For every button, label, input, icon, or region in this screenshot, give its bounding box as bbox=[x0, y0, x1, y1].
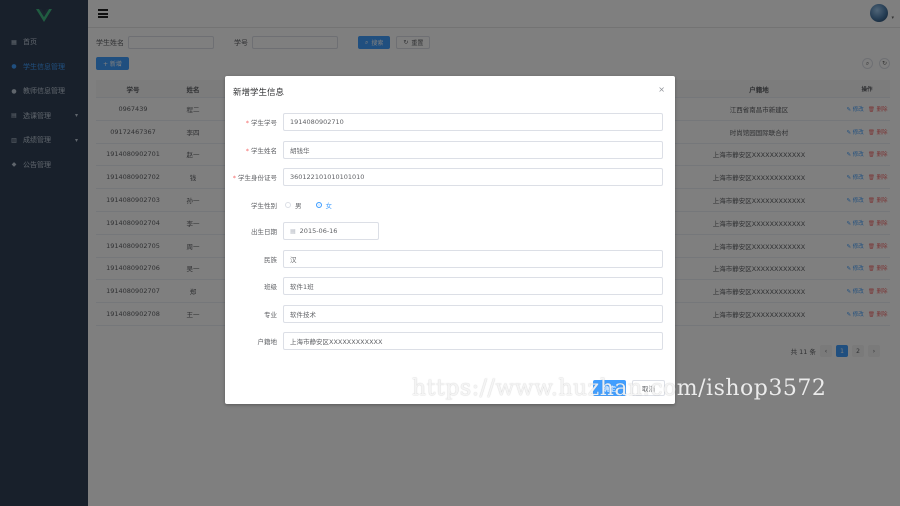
calendar-icon: ▦ bbox=[290, 227, 296, 235]
class-field-label: 班级 bbox=[264, 283, 277, 291]
form-row-student-id: * 学生学号 1914080902710 bbox=[225, 113, 663, 131]
form-row-major: 专业 软件技术 bbox=[225, 305, 663, 323]
cancel-button[interactable]: 取消 bbox=[632, 380, 665, 396]
form-row-gender: 学生性别 男 女 bbox=[225, 196, 332, 214]
form-row-class: 班级 软件1班 bbox=[225, 277, 663, 295]
ethnicity-field-label: 民族 bbox=[264, 256, 277, 264]
dialog-footer: 确定 取消 bbox=[593, 380, 665, 396]
major-field-label: 专业 bbox=[264, 311, 277, 319]
form-row-student-name: * 学生姓名 胡钱华 bbox=[225, 141, 663, 159]
birth-date-value: 2015-06-16 bbox=[299, 227, 338, 235]
gender-radio-group: 男 女 bbox=[283, 200, 332, 210]
hukou-field-label: 户籍地 bbox=[257, 338, 278, 346]
id-card-field[interactable]: 360122101010101010 bbox=[283, 168, 663, 186]
form-row-id-card: * 学生身份证号 360122101010101010 bbox=[225, 168, 663, 186]
gender-female-radio[interactable]: 女 bbox=[315, 200, 332, 210]
student-id-field[interactable]: 1914080902710 bbox=[283, 113, 663, 131]
ethnicity-field[interactable]: 汉 bbox=[283, 250, 663, 268]
confirm-button[interactable]: 确定 bbox=[593, 380, 626, 396]
add-student-dialog: 新增学生信息 × * 学生学号 1914080902710 * 学生姓名 胡钱华 *… bbox=[225, 76, 675, 404]
student-name-field-label: * 学生姓名 bbox=[245, 147, 277, 155]
gender-field-label: 学生性别 bbox=[251, 202, 277, 210]
gender-male-radio[interactable]: 男 bbox=[285, 200, 302, 210]
dialog-title: 新增学生信息 bbox=[233, 88, 285, 98]
id-card-field-label: * 学生身份证号 bbox=[232, 174, 277, 182]
major-field[interactable]: 软件技术 bbox=[283, 305, 663, 323]
birth-date-picker[interactable]: ▦ 2015-06-16 bbox=[283, 222, 379, 240]
student-id-field-label: * 学生学号 bbox=[245, 119, 277, 127]
form-row-ethnicity: 民族 汉 bbox=[225, 250, 663, 268]
form-row-hukou: 户籍地 上海市静安区XXXXXXXXXXXX bbox=[225, 332, 663, 350]
form-row-birth: 出生日期 ▦ 2015-06-16 bbox=[225, 222, 379, 240]
close-icon[interactable]: × bbox=[658, 85, 665, 94]
hukou-field[interactable]: 上海市静安区XXXXXXXXXXXX bbox=[283, 332, 663, 350]
student-name-field[interactable]: 胡钱华 bbox=[283, 141, 663, 159]
class-field[interactable]: 软件1班 bbox=[283, 277, 663, 295]
birth-field-label: 出生日期 bbox=[251, 228, 277, 236]
